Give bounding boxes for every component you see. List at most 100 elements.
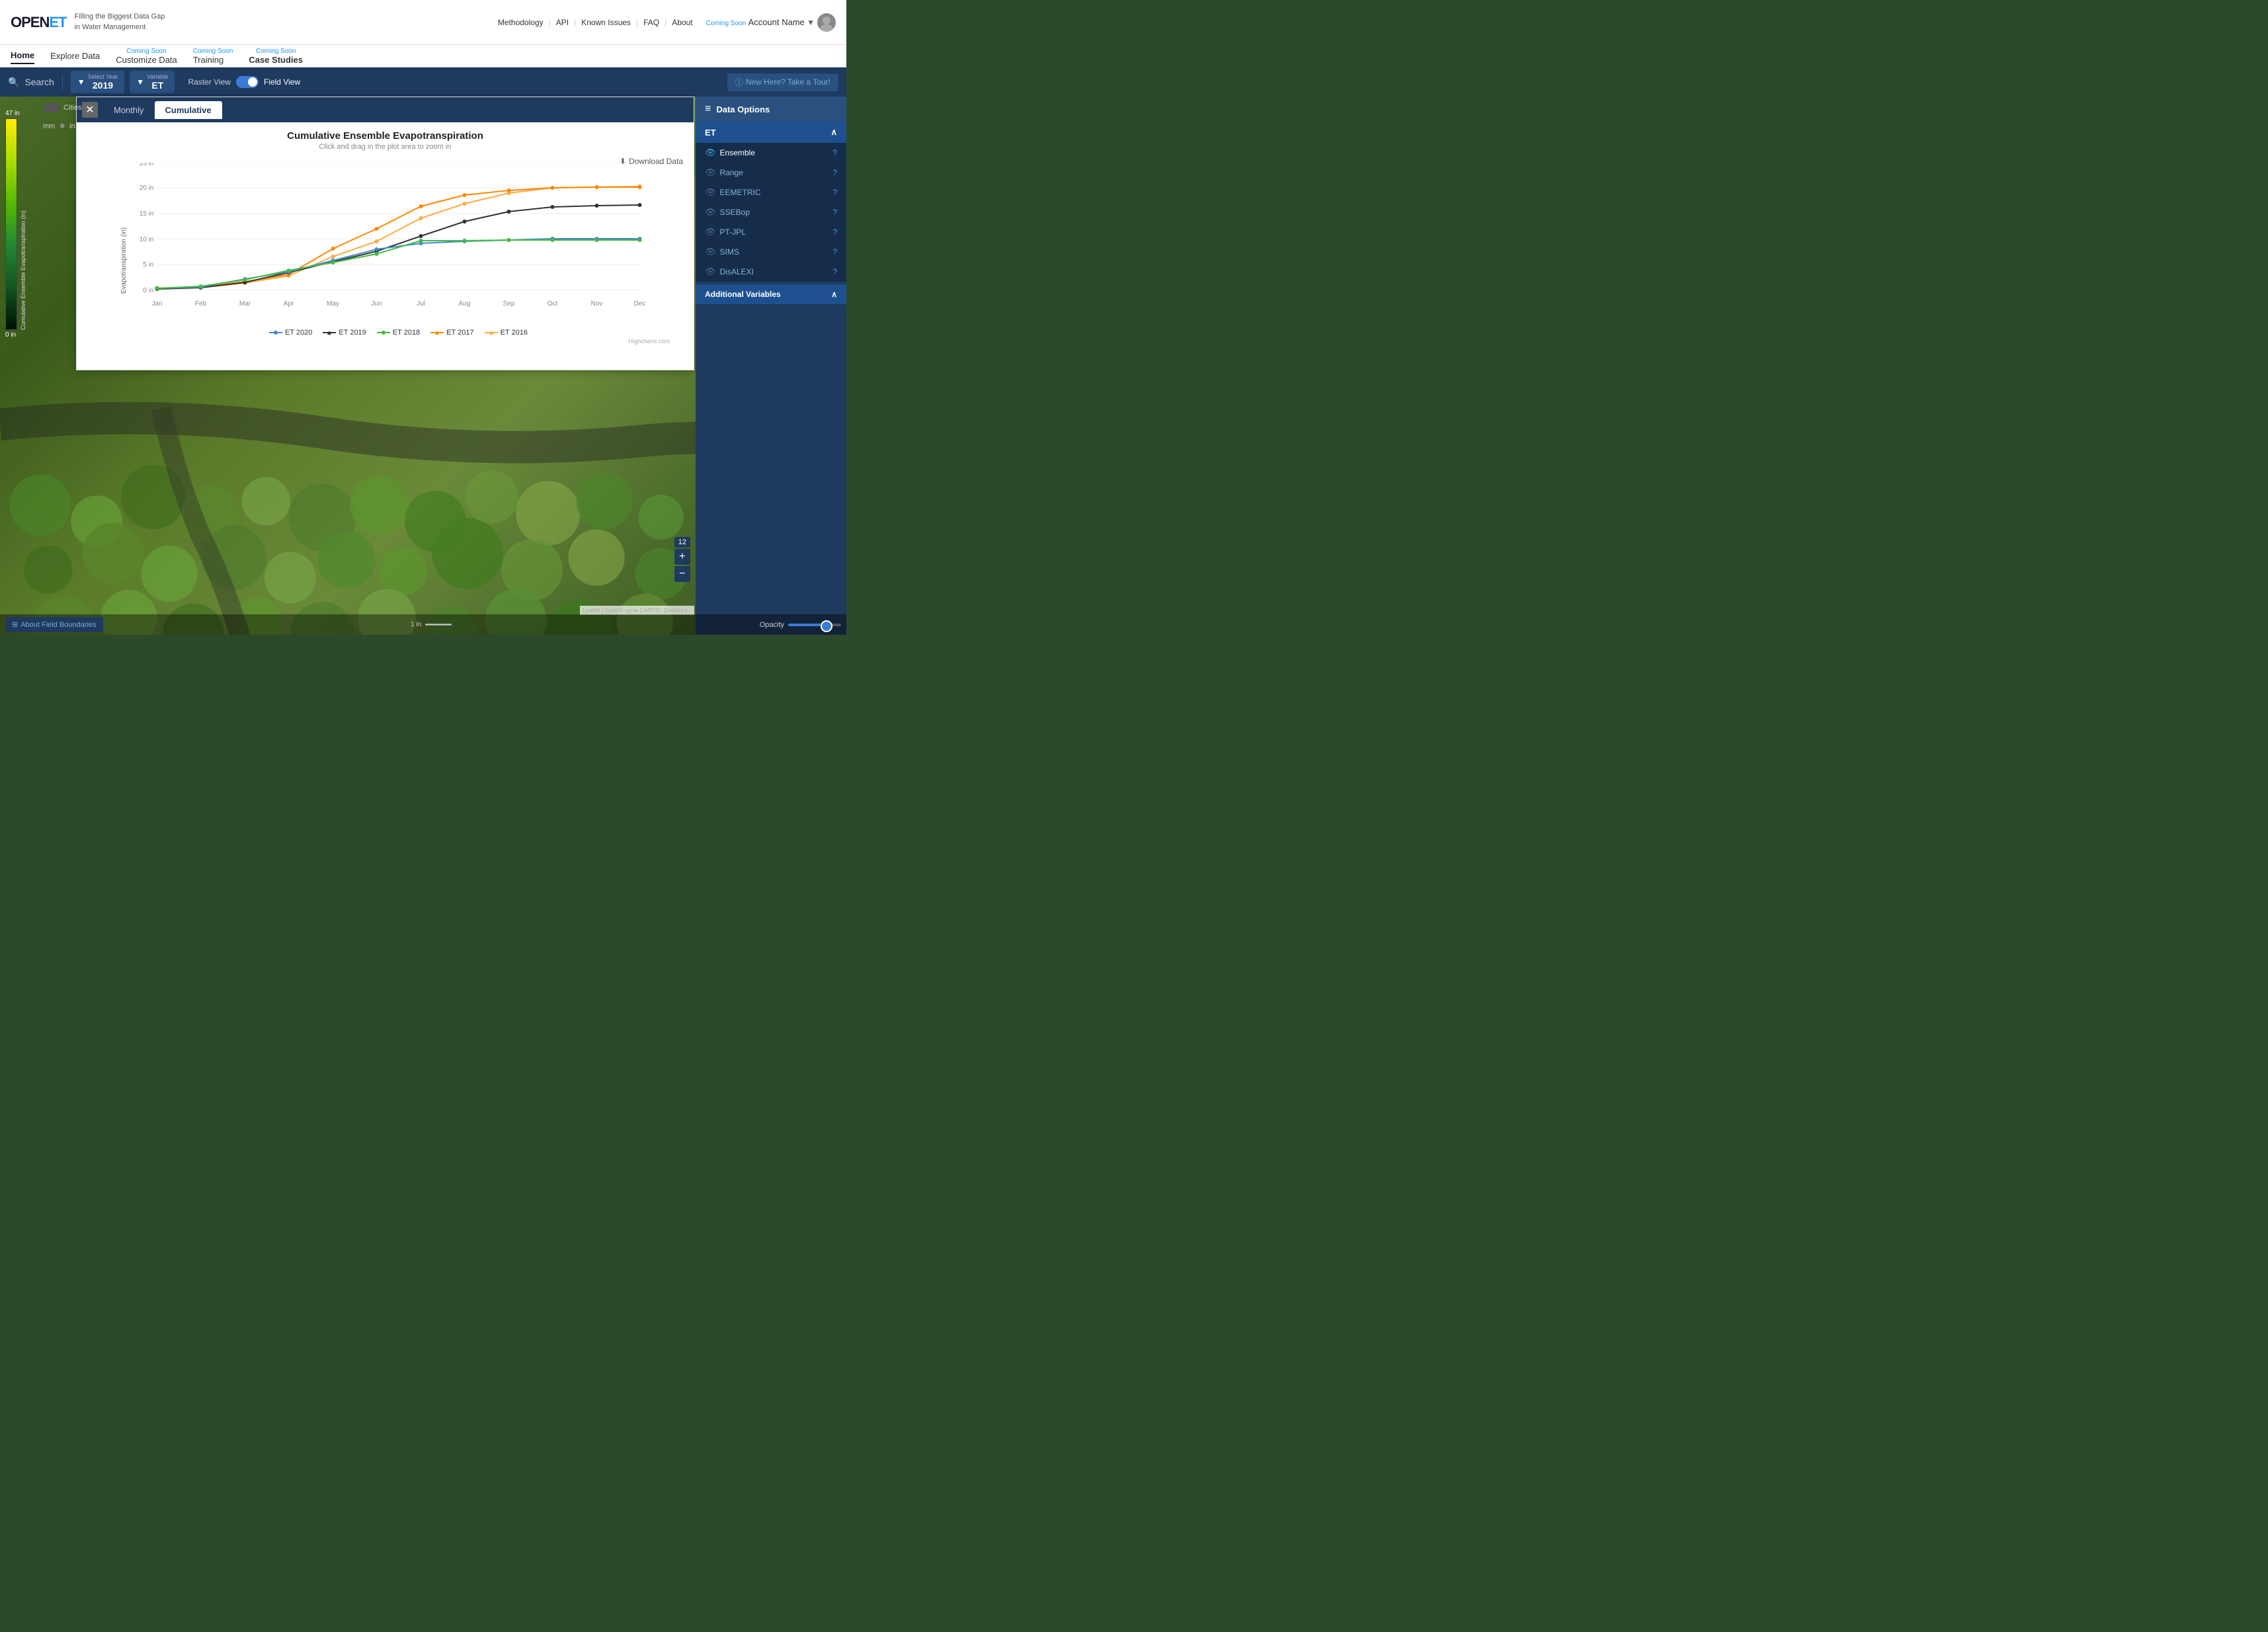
svg-text:Dec: Dec [634,300,646,307]
zoom-in-button[interactable]: + [674,549,690,565]
svg-text:Jun: Jun [371,300,382,307]
nav-training[interactable]: Training [193,52,223,67]
cities-toggle[interactable]: Cities [43,103,82,112]
logo-area: OPENET Filling the Biggest Data Gap in W… [11,12,165,32]
chart-close-button[interactable]: ✕ [82,102,98,118]
svg-text:Feb: Feb [195,300,207,307]
svg-text:15 in: 15 in [140,210,154,218]
svg-text:Oct: Oct [547,300,558,307]
field-boundaries-icon: ⊞ [12,620,18,629]
zoom-controls: 12 + − [674,537,690,582]
svg-text:Jul: Jul [417,300,425,307]
legend-et2016[interactable]: ET 2016 [485,329,528,337]
legend-et2019[interactable]: ET 2019 [323,329,366,337]
et-item-range[interactable]: 👁 Range ? [696,163,846,183]
zoom-out-button[interactable]: − [674,566,690,582]
help-icon-range[interactable]: ? [832,168,837,177]
user-avatar[interactable] [817,13,836,32]
scale-indicator: 1 in [411,621,452,628]
cities-toggle-switch[interactable] [43,103,60,112]
svg-text:20 in: 20 in [140,184,154,192]
nav-explore-data[interactable]: Explore Data [50,48,100,63]
mm-unit[interactable]: mm [43,122,55,130]
eye-icon: 👁 [705,147,716,158]
et-item-ensemble[interactable]: 👁 Ensemble ? [696,143,846,163]
search-box[interactable]: 🔍 Search [8,77,54,88]
eye-icon: 👁 [705,227,716,237]
view-toggle-switch[interactable] [236,76,259,88]
variable-dropdown[interactable]: ▼ Variable ET [130,71,175,93]
second-navigation: Home Explore Data Coming Soon Customize … [0,45,846,67]
select-year-dropdown[interactable]: ▼ Select Year 2019 [71,71,124,93]
svg-text:Apr: Apr [284,300,294,307]
in-unit[interactable]: in [69,122,75,130]
et-section-label: ET [705,128,716,138]
et-item-disalexi[interactable]: 👁 DisALEXI ? [696,262,846,282]
chart-svg[interactable]: 0 in 5 in 10 in 15 in 20 in 25 in Jan Fe… [127,163,670,321]
zoom-level: 12 [674,537,690,548]
legend-et2020[interactable]: ET 2020 [269,329,312,337]
help-icon-eemetric[interactable]: ? [832,188,837,197]
help-icon-disalexi[interactable]: ? [832,267,837,276]
map-attribution: Leaflet | EarthEngine CARTO, GeoSurv... [580,606,694,615]
svg-text:10 in: 10 in [140,236,154,243]
scale-top-value: 47 in [5,110,26,117]
chart-subtitle: Click and drag in the plot area to zoom … [87,143,683,151]
legend-et2018[interactable]: ET 2018 [377,329,420,337]
eye-icon: 👁 [705,266,716,277]
help-icon-ptjpl[interactable]: ? [832,227,837,237]
scale-value: 1 in [411,621,421,628]
et-item-sims[interactable]: 👁 SIMS ? [696,242,846,262]
main-area: 47 in Cumulative Ensemble Evapotranspira… [0,97,846,635]
svg-text:25 in: 25 in [140,163,154,167]
color-scale-bar: 47 in Cumulative Ensemble Evapotranspira… [5,110,26,339]
et-item-ssebop[interactable]: 👁 SSEBop ? [696,202,846,222]
et-section-header[interactable]: ET ∧ [696,122,846,143]
additional-variables-label: Additional Variables [705,290,781,299]
nav-about[interactable]: About [672,18,692,27]
opacity-slider[interactable] [788,624,841,626]
field-boundaries-button[interactable]: ⊞ About Field Boundaries [5,617,103,632]
et-item-eemetric[interactable]: 👁 EEMETRIC ? [696,183,846,202]
data-options-header: ≡ Data Options [696,97,846,122]
additional-variables-header[interactable]: Additional Variables ∧ [696,284,846,304]
chart-panel: ✕ Monthly Cumulative Cumulative Ensemble… [76,97,694,370]
scale-bottom-value: 0 in [5,331,26,339]
nav-faq[interactable]: FAQ [643,18,659,27]
right-panel: ≡ Data Options ET ∧ 👁 Ensemble ? 👁 Range… [696,97,846,635]
tab-cumulative[interactable]: Cumulative [155,101,222,119]
chart-wrapper[interactable]: Evapotranspiration (in) 0 in 5 in 10 in … [87,156,683,364]
logo-tagline: Filling the Biggest Data Gap in Water Ma… [74,12,165,32]
cities-label: Cities [63,104,82,112]
toolbar: 🔍 Search ▼ Select Year 2019 ▼ Variable E… [0,67,846,97]
account-name[interactable]: Account Name [749,17,805,27]
eye-icon: 👁 [705,207,716,218]
nav-case-studies[interactable]: Case Studies [249,52,303,67]
highcharts-attribution: Highcharts.com [127,338,670,345]
new-here-button[interactable]: ⓘ New Here? Take a Tour! [727,73,838,91]
raster-view-label: Raster View [188,77,230,87]
eye-icon: 👁 [705,167,716,178]
help-icon-ensemble[interactable]: ? [832,148,837,157]
data-options-label: Data Options [716,104,770,114]
top-nav-links: Methodology | API | Known Issues | FAQ |… [498,13,836,32]
logo-open: OPEN [11,14,49,30]
logo[interactable]: OPENET [11,14,66,31]
nav-api[interactable]: API [556,18,569,27]
nav-known-issues[interactable]: Known Issues [581,18,631,27]
nav-methodology[interactable]: Methodology [498,18,544,27]
nav-customize-data[interactable]: Customize Data [116,52,177,67]
tab-monthly[interactable]: Monthly [103,101,155,119]
help-icon-ssebop[interactable]: ? [832,208,837,217]
view-toggle: Raster View Field View [188,76,300,88]
svg-text:Nov: Nov [591,300,603,307]
et-collapse-icon: ∧ [830,127,837,138]
et-item-ptjpl[interactable]: 👁 PT-JPL ? [696,222,846,242]
help-icon-sims[interactable]: ? [832,247,837,257]
legend-et2017[interactable]: ET 2017 [430,329,473,337]
units-toggle: mm ● in [43,120,75,132]
svg-text:Sep: Sep [503,300,515,307]
logo-et: ET [49,14,66,30]
nav-home[interactable]: Home [11,48,34,64]
chart-legend: ET 2020 ET 2019 ET 2018 ET 2017 [127,329,670,337]
